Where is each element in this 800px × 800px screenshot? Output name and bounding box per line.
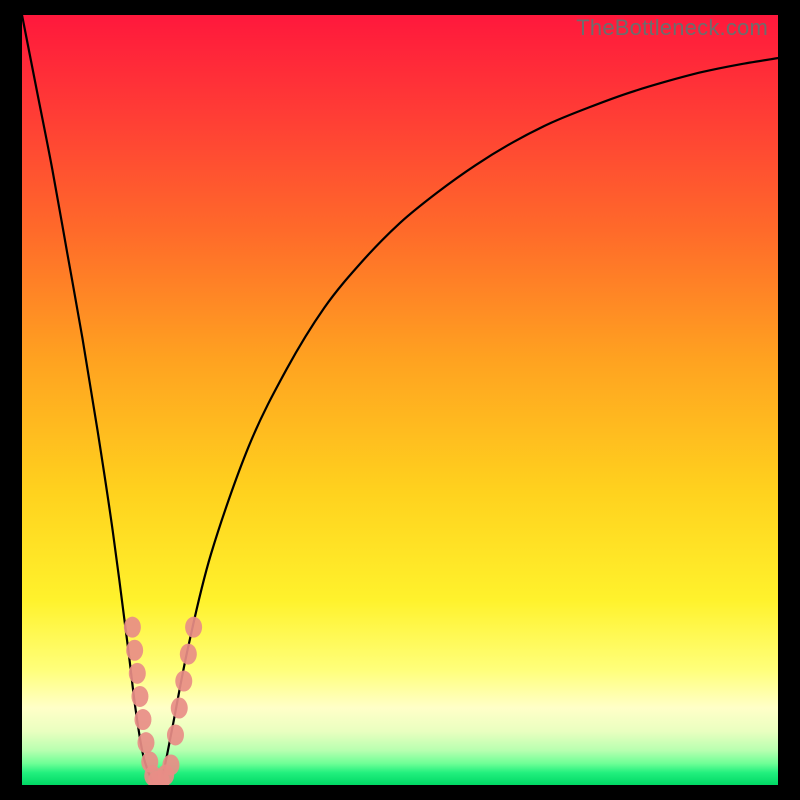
data-dot bbox=[137, 732, 154, 753]
data-dot bbox=[180, 644, 197, 665]
chart-svg bbox=[22, 15, 778, 785]
chart-stage: TheBottleneck.com bbox=[0, 0, 800, 800]
data-dot bbox=[167, 724, 184, 745]
data-dot bbox=[126, 640, 143, 661]
data-dot bbox=[175, 671, 192, 692]
data-dot bbox=[124, 617, 141, 638]
data-dot bbox=[134, 709, 151, 730]
data-dot bbox=[171, 698, 188, 719]
watermark-text: TheBottleneck.com bbox=[576, 15, 768, 41]
data-dot bbox=[129, 663, 146, 684]
plot-area: TheBottleneck.com bbox=[22, 15, 778, 785]
data-dot bbox=[162, 754, 179, 775]
data-dot bbox=[131, 686, 148, 707]
data-dot bbox=[185, 617, 202, 638]
